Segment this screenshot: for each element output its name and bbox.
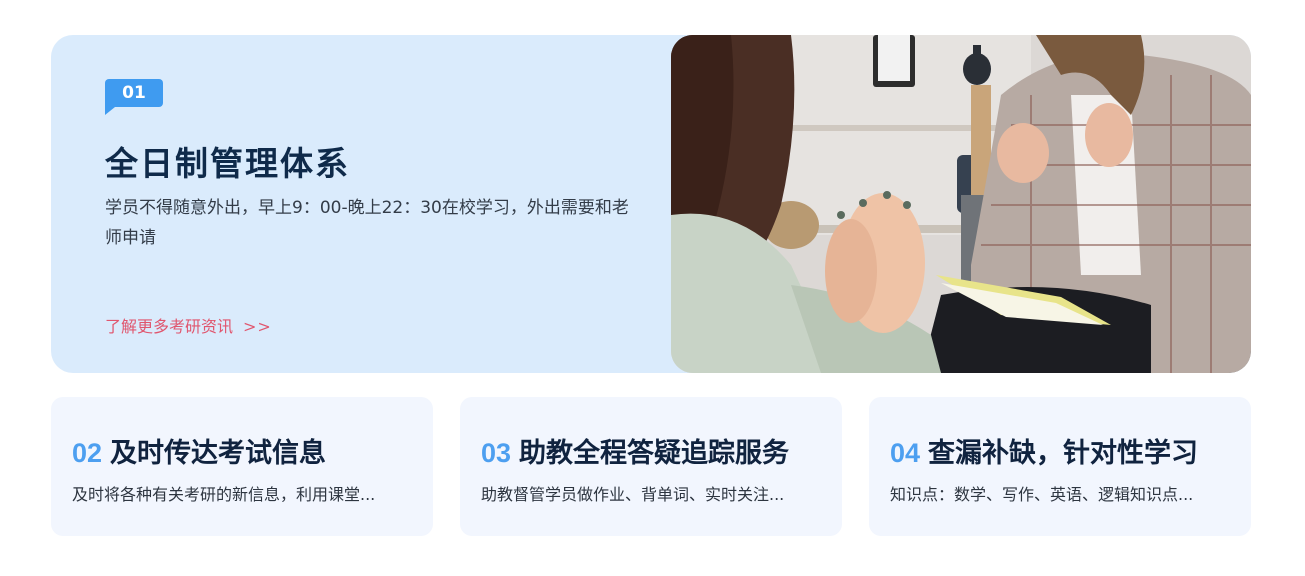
hero-text-panel: 01 全日制管理体系 学员不得随意外出，早上9：00-晚上22：30在校学习，外… [51,35,671,373]
learn-more-label: 了解更多考研资讯 [105,317,234,336]
card-title: 02 及时传达考试信息 [72,435,326,472]
learn-more-link[interactable]: 了解更多考研资讯 >> [105,313,272,337]
hero-section: 01 全日制管理体系 学员不得随意外出，早上9：00-晚上22：30在校学习，外… [51,35,1251,373]
card-description: 知识点：数学、写作、英语、逻辑知识点... [890,485,1194,504]
hero-photo [671,35,1251,373]
card-title-text: 及时传达考试信息 [110,438,327,469]
card-number: 03 [481,438,512,468]
badge-tail [105,107,115,115]
feature-card[interactable]: 02 及时传达考试信息 及时将各种有关考研的新信息，利用课堂... [51,397,433,536]
card-title-text: 助教全程答疑追踪服务 [519,438,790,469]
card-number: 02 [72,438,103,468]
conversation-photo [671,35,1251,373]
card-title-text: 查漏补缺，针对性学习 [928,438,1199,469]
card-title: 04 查漏补缺，针对性学习 [890,435,1198,472]
hero-description: 学员不得随意外出，早上9：00-晚上22：30在校学习，外出需要和老师申请 [105,198,629,248]
feature-card[interactable]: 03 助教全程答疑追踪服务 助教督管学员做作业、背单词、实时关注... [460,397,842,536]
double-chevron-right-icon: >> [243,317,272,336]
card-number: 04 [890,438,921,468]
card-title: 03 助教全程答疑追踪服务 [481,435,789,472]
hero-number-badge: 01 [105,79,163,107]
card-description: 助教督管学员做作业、背单词、实时关注... [481,485,785,504]
page: 01 全日制管理体系 学员不得随意外出，早上9：00-晚上22：30在校学习，外… [0,0,1305,576]
card-description: 及时将各种有关考研的新信息，利用课堂... [72,485,376,504]
hero-title: 全日制管理体系 [105,144,350,183]
feature-card[interactable]: 04 查漏补缺，针对性学习 知识点：数学、写作、英语、逻辑知识点... [869,397,1251,536]
